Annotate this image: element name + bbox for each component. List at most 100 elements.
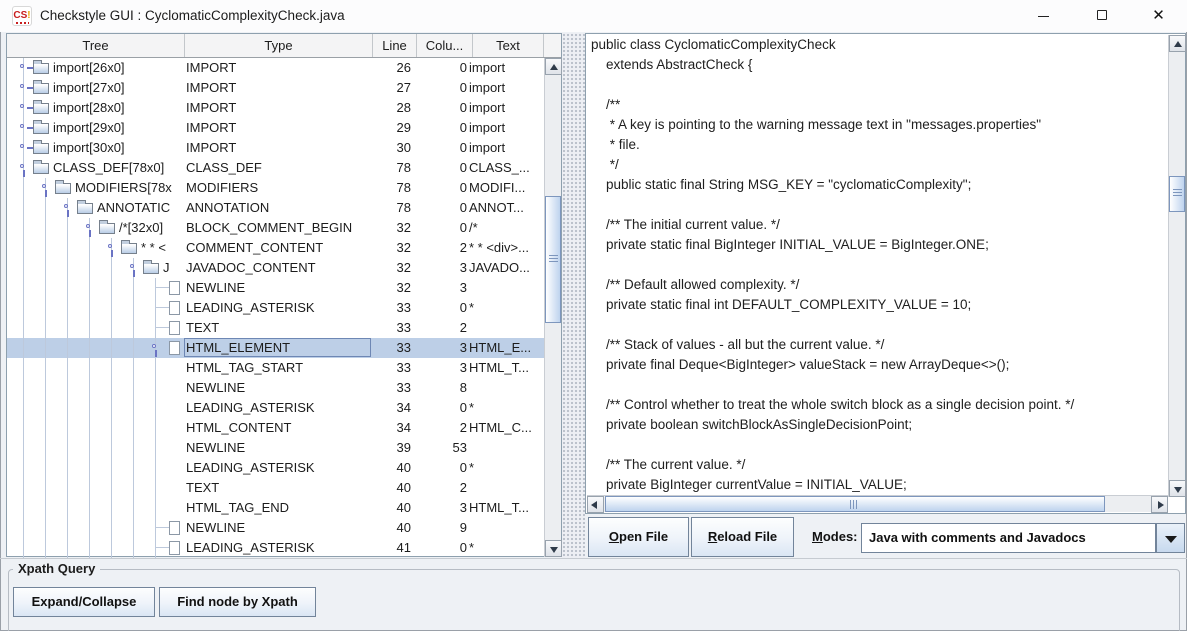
tree-table-row[interactable]: TEXT332	[7, 318, 544, 338]
tree-table-row[interactable]: import[27x0]IMPORT270import	[7, 78, 544, 98]
code-scroll-right-button[interactable]	[1151, 496, 1168, 513]
tree-leaf-connector	[156, 287, 169, 288]
folder-node-icon	[33, 63, 49, 74]
code-scroll-left-button[interactable]	[587, 496, 604, 513]
tree-guide-line	[23, 498, 24, 518]
cell-text: ANNOT...	[469, 198, 544, 218]
handle-knob	[152, 344, 156, 348]
tree-table-row[interactable]: /*[32x0]BLOCK_COMMENT_BEGIN320/*	[7, 218, 544, 238]
code-scroll-down-button[interactable]	[1169, 480, 1186, 497]
cell-text: import	[469, 138, 544, 158]
tree-table-row[interactable]: LEADING_ASTERISK330*	[7, 298, 544, 318]
modes-combobox[interactable]: Java with comments and Javadocs	[861, 523, 1156, 553]
tree-cell	[7, 478, 184, 498]
tree-table-row[interactable]: NEWLINE323	[7, 278, 544, 298]
tree-table-row[interactable]: TEXT402	[7, 478, 544, 498]
tree-vertical-scrollbar[interactable]	[544, 58, 561, 557]
handle-knob	[64, 204, 68, 208]
close-button[interactable]: ✕	[1130, 0, 1187, 32]
cell-text: JAVADO...	[469, 258, 544, 278]
tree-table-row[interactable]: HTML_CONTENT342HTML_C...	[7, 418, 544, 438]
code-scrollbar-thumb[interactable]	[1169, 176, 1185, 212]
tree-cell: import[26x0]	[7, 58, 184, 78]
tree-table-row[interactable]: LEADING_ASTERISK410*	[7, 538, 544, 558]
maximize-button[interactable]	[1073, 0, 1131, 32]
tree-table-row[interactable]: CLASS_DEF[78x0]CLASS_DEF780CLASS_...	[7, 158, 544, 178]
arrow-down-icon	[1174, 487, 1182, 493]
tree-guide-line	[133, 418, 134, 438]
tree-table-row[interactable]: LEADING_ASTERISK340*	[7, 398, 544, 418]
code-horizontal-scrollbar[interactable]	[587, 495, 1168, 512]
tree-guide-line	[23, 438, 24, 458]
reload-file-button[interactable]: Reload File	[691, 517, 794, 557]
tree-guide-line	[23, 238, 24, 258]
tree-guide-line	[155, 498, 156, 518]
tree-guide-line	[67, 238, 68, 258]
column-header-type[interactable]: Type	[185, 34, 373, 57]
tree-guide-line	[111, 458, 112, 478]
tree-table-row[interactable]: * * <COMMENT_CONTENT322* * <div>...	[7, 238, 544, 258]
expand-collapse-button[interactable]: Expand/Collapse	[13, 587, 155, 617]
cell-line: 39	[365, 438, 411, 458]
code-line: private static final BigInteger INITIAL_…	[587, 235, 1168, 255]
tree-table-row[interactable]: import[28x0]IMPORT280import	[7, 98, 544, 118]
tree-table-row[interactable]: ANNOTATICANNOTATION780ANNOT...	[7, 198, 544, 218]
split-pane-divider[interactable]	[562, 33, 585, 558]
tree-guide-line	[23, 418, 24, 438]
minimize-button[interactable]	[1014, 0, 1072, 32]
tree-table-row[interactable]: NEWLINE409	[7, 518, 544, 538]
open-file-button[interactable]: Open File	[588, 517, 689, 557]
column-header-column[interactable]: Colu...	[417, 34, 473, 57]
tree-table-row[interactable]: import[26x0]IMPORT260import	[7, 58, 544, 78]
cell-text: *	[469, 298, 544, 318]
cell-type: TEXT	[186, 318, 370, 338]
code-scroll-up-button[interactable]	[1169, 35, 1186, 52]
tree-table-row[interactable]: import[30x0]IMPORT300import	[7, 138, 544, 158]
tree-cell	[7, 338, 184, 358]
find-node-by-xpath-button[interactable]: Find node by Xpath	[159, 587, 316, 617]
tree-scroll-up-button[interactable]	[545, 58, 562, 75]
tree-guide-line	[23, 278, 24, 298]
tree-table-row[interactable]: MODIFIERS[78xMODIFIERS780MODIFI...	[7, 178, 544, 198]
column-header-line[interactable]: Line	[373, 34, 417, 57]
tree-guide-line	[89, 498, 90, 518]
cell-line: 30	[365, 138, 411, 158]
tree-guide-line	[89, 458, 90, 478]
tree-guide-line	[89, 438, 90, 458]
tree-table-row[interactable]: import[29x0]IMPORT290import	[7, 118, 544, 138]
tree-table-row[interactable]: LEADING_ASTERISK400*	[7, 458, 544, 478]
folder-node-icon	[33, 163, 49, 174]
code-line	[587, 255, 1168, 275]
tree-guide-line	[23, 298, 24, 318]
tree-scroll-down-button[interactable]	[545, 540, 562, 557]
code-editor[interactable]: public class CyclomaticComplexityCheck e…	[587, 35, 1168, 497]
code-hscrollbar-thumb[interactable]	[605, 496, 1105, 512]
modes-combobox-arrow-button[interactable]	[1156, 523, 1185, 553]
tree-cell	[7, 498, 184, 518]
tree-table-row[interactable]: NEWLINE338	[7, 378, 544, 398]
tree-table-row[interactable]: JJAVADOC_CONTENT323JAVADO...	[7, 258, 544, 278]
tree-guide-line	[67, 538, 68, 558]
tree-table-row[interactable]: HTML_ELEMENT333HTML_E...	[7, 338, 544, 358]
code-line: public static final String MSG_KEY = "cy…	[587, 175, 1168, 195]
code-vertical-scrollbar[interactable]	[1168, 35, 1185, 497]
column-header-tree[interactable]: Tree	[7, 34, 185, 57]
code-line: private final Deque<BigInteger> valueSta…	[587, 355, 1168, 375]
cell-line: 32	[365, 238, 411, 258]
tree-table-row[interactable]: HTML_TAG_END403HTML_T...	[7, 498, 544, 518]
tree-collapse-handle-icon[interactable]	[152, 341, 169, 356]
tree-table-row[interactable]: HTML_TAG_START333HTML_T...	[7, 358, 544, 378]
tree-guide-line	[23, 518, 24, 538]
cell-type: NEWLINE	[186, 378, 370, 398]
column-header-text[interactable]: Text	[473, 34, 544, 57]
code-line: * file.	[587, 135, 1168, 155]
cell-type: HTML_CONTENT	[186, 418, 370, 438]
tree-cell: MODIFIERS[78x	[7, 178, 184, 198]
tree-scrollbar-thumb[interactable]	[545, 196, 561, 323]
cell-column: 3	[411, 258, 467, 278]
maximize-icon	[1097, 10, 1107, 20]
cell-column: 0	[411, 298, 467, 318]
tree-guide-line	[111, 358, 112, 378]
tree-table-row[interactable]: NEWLINE3953	[7, 438, 544, 458]
tree-guide-line	[155, 358, 156, 378]
